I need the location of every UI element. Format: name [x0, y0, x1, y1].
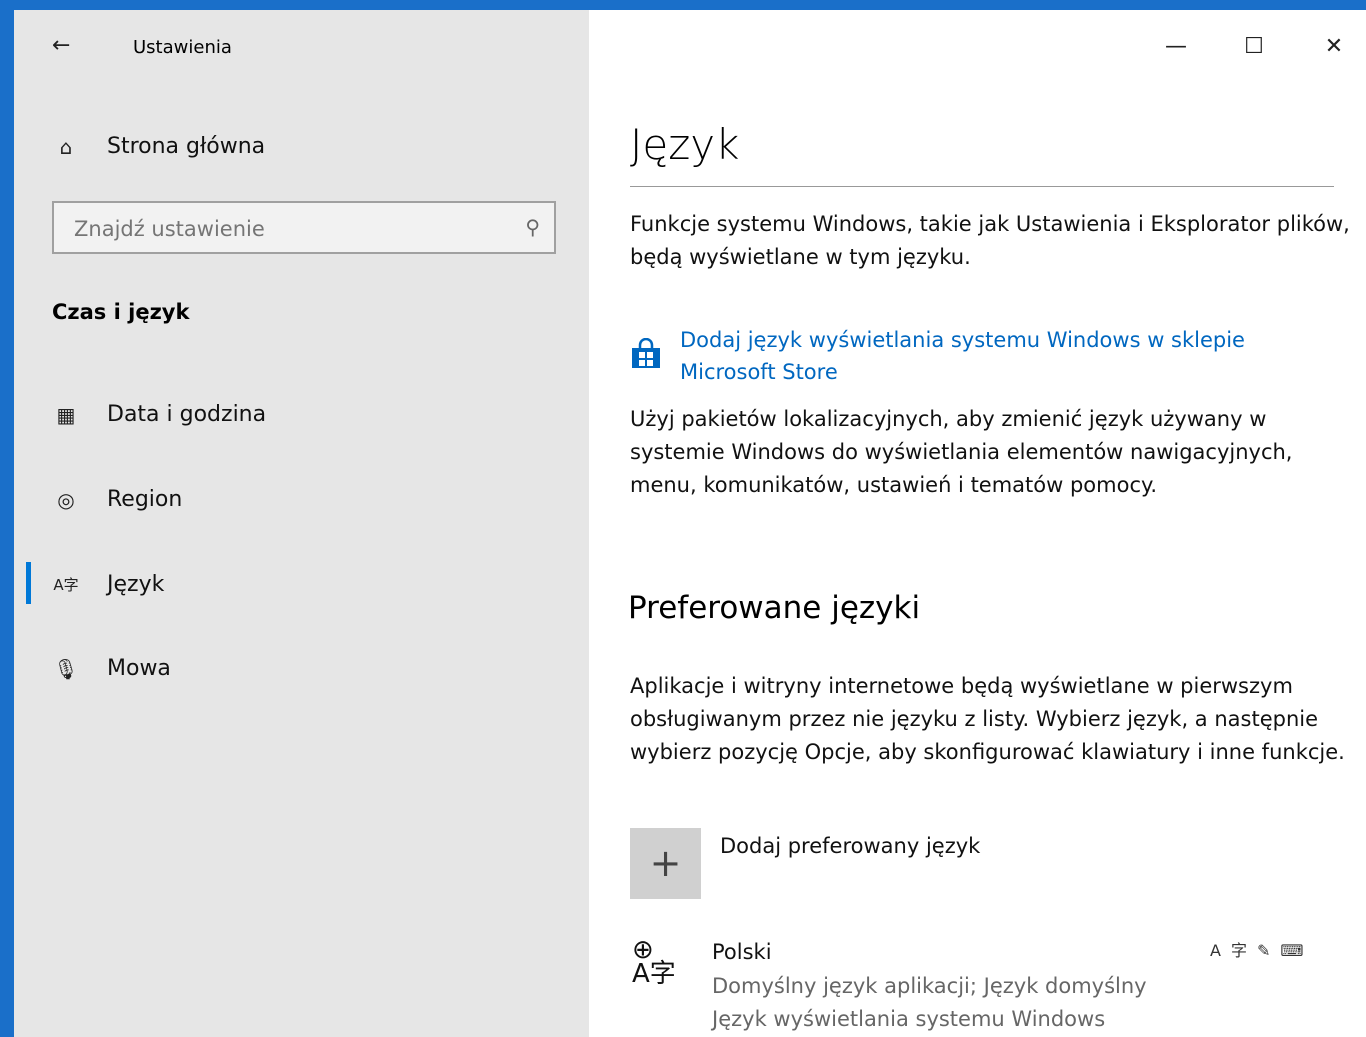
app-title: Ustawienia	[133, 37, 232, 58]
calendar-clock-icon: ▦	[56, 403, 76, 427]
language-icon: A字	[53, 576, 79, 594]
sidebar-item-speech[interactable]: 🎙︎ Mowa	[14, 640, 589, 700]
page-title: Język	[630, 120, 740, 169]
store-icon	[632, 338, 660, 368]
main-content: Język Funkcje systemu Windows, takie jak…	[628, 10, 1350, 1037]
preferred-languages-heading: Preferowane języki	[628, 590, 921, 626]
sidebar-item-label: Data i godzina	[107, 402, 267, 427]
settings-window: ← Ustawienia ⌂ Strona główna ⚲ Czas i ję…	[14, 10, 1366, 1037]
handwriting-icon: ✎	[1256, 941, 1281, 960]
microphone-icon: 🎙︎	[53, 657, 79, 681]
sidebar-item-label: Mowa	[107, 656, 171, 681]
sidebar-item-label: Język	[107, 572, 165, 597]
sidebar: ← Ustawienia ⌂ Strona główna ⚲ Czas i ję…	[14, 10, 589, 1037]
search-icon[interactable]: ⚲	[525, 215, 540, 239]
search-input[interactable]	[72, 213, 516, 245]
sidebar-item-label: Strona główna	[107, 134, 266, 159]
add-language-label[interactable]: Dodaj preferowany język	[720, 834, 980, 858]
sidebar-item-label: Region	[107, 487, 183, 512]
sidebar-item-region[interactable]: ◎ Region	[14, 471, 589, 531]
language-globe-icon: ⊕ A字	[632, 935, 676, 989]
language-detail: Język wyświetlania systemu Windows	[712, 1007, 1106, 1031]
display-language-icon: A字	[1210, 941, 1257, 960]
store-link[interactable]: Dodaj język wyświetlania systemu Windows…	[680, 324, 1320, 388]
store-description: Użyj pakietów lokalizacyjnych, aby zmien…	[630, 407, 1293, 497]
keyboard-icon: ⌨	[1280, 941, 1314, 960]
plus-icon: +	[649, 841, 682, 885]
language-features: A字✎⌨	[1210, 937, 1313, 961]
language-name: Polski	[712, 940, 772, 964]
back-arrow-icon[interactable]: ←	[52, 32, 80, 60]
intro-text: Funkcje systemu Windows, takie jak Ustaw…	[630, 212, 1350, 269]
sidebar-item-language[interactable]: A字 Język	[14, 556, 589, 616]
sidebar-item-date-time[interactable]: ▦ Data i godzina	[14, 386, 589, 446]
globe-icon: ◎	[57, 488, 75, 512]
title-divider	[630, 186, 1334, 187]
section-heading: Czas i język	[52, 300, 190, 324]
language-detail: Domyślny język aplikacji; Język domyślny	[712, 974, 1147, 998]
home-icon: ⌂	[59, 135, 73, 159]
add-language-button[interactable]: +	[630, 828, 701, 899]
search-box[interactable]: ⚲	[52, 201, 556, 254]
preferred-languages-description: Aplikacje i witryny internetowe będą wyś…	[630, 674, 1345, 764]
sidebar-item-home[interactable]: ⌂ Strona główna	[14, 118, 589, 178]
